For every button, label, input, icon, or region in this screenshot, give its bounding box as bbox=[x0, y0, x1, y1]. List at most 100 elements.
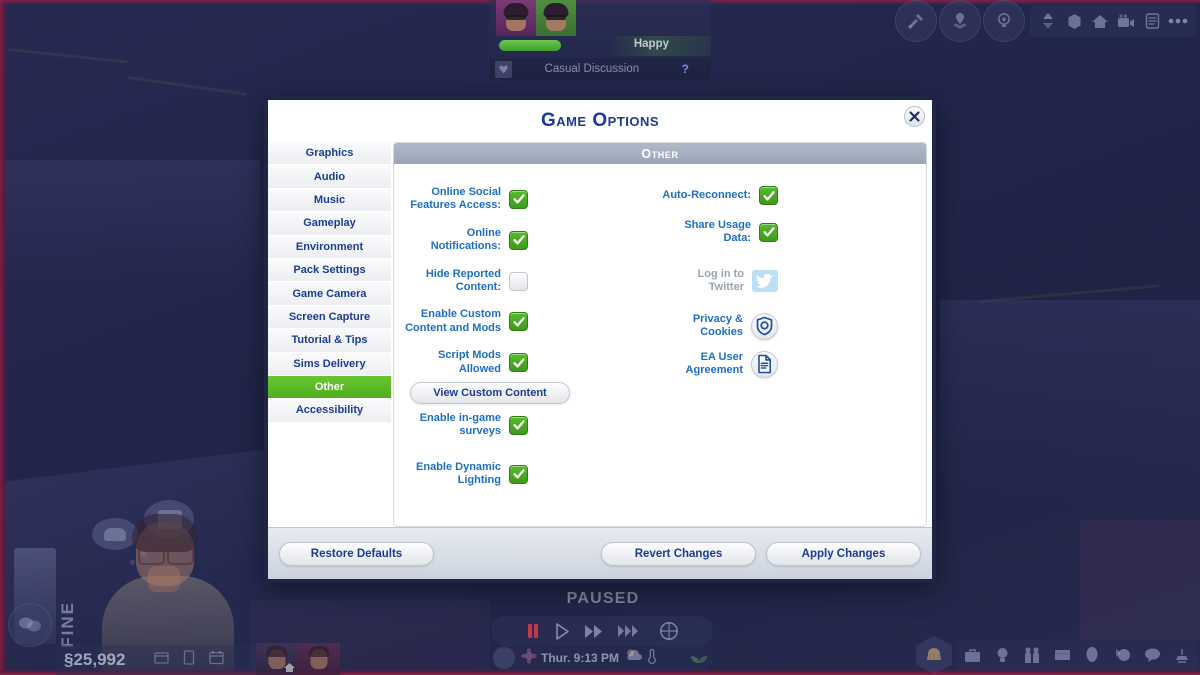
portrait-glasses-icon bbox=[546, 15, 566, 20]
career-briefcase-icon[interactable] bbox=[959, 642, 985, 668]
inventory-box-icon[interactable] bbox=[1049, 642, 1075, 668]
view-custom-content-button[interactable]: View Custom Content bbox=[410, 382, 570, 405]
footer-right-group: Revert Changes Apply Changes bbox=[601, 541, 921, 566]
plant-season-icon[interactable] bbox=[689, 647, 709, 670]
ideas-lightbulb-icon[interactable] bbox=[983, 0, 1025, 42]
checkbox-auto-reconnect[interactable] bbox=[759, 186, 778, 205]
skills-icon[interactable] bbox=[1109, 642, 1135, 668]
options-sidebar: Graphics Audio Music Gameplay Environmen… bbox=[268, 142, 391, 527]
relationships-people-icon[interactable] bbox=[1019, 642, 1045, 668]
options-columns: Online Social Features Access: Online No… bbox=[394, 164, 926, 526]
sim-portrait-2[interactable] bbox=[536, 0, 576, 36]
sidebar-item-screen-capture[interactable]: Screen Capture bbox=[268, 305, 391, 330]
sim-portrait-thumb-icon[interactable] bbox=[256, 643, 298, 675]
phone-icon[interactable] bbox=[182, 649, 196, 671]
mood-bar bbox=[499, 40, 609, 51]
sidebar-item-gameplay[interactable]: Gameplay bbox=[268, 212, 391, 236]
shield-icon[interactable] bbox=[751, 312, 778, 340]
checkbox-hide-reported-content[interactable] bbox=[509, 271, 528, 291]
checkbox-online-notifications[interactable] bbox=[509, 230, 528, 250]
option-control bbox=[751, 312, 778, 340]
calendar-icon[interactable] bbox=[208, 649, 225, 671]
whims-bubble-icon[interactable] bbox=[1139, 642, 1165, 668]
option-control bbox=[759, 222, 778, 242]
household-sim-thumbnails bbox=[256, 643, 340, 675]
sidebar-item-label: Environment bbox=[295, 240, 364, 253]
section-header: Other bbox=[394, 143, 926, 164]
bottom-right-hud bbox=[916, 635, 1198, 675]
checkbox-enable-dynamic-lighting[interactable] bbox=[509, 464, 528, 484]
twitter-icon[interactable] bbox=[752, 270, 778, 293]
option-control bbox=[759, 186, 778, 205]
simology-hex-icon[interactable] bbox=[916, 636, 952, 674]
checkbox-share-usage-data[interactable] bbox=[759, 222, 778, 242]
home-icon[interactable] bbox=[1087, 8, 1113, 34]
option-label: EA User Agreement bbox=[685, 350, 743, 377]
temperature-icon[interactable] bbox=[647, 648, 657, 669]
bottom-right-icon-bar bbox=[956, 640, 1198, 670]
sidebar-item-music[interactable]: Music bbox=[268, 188, 391, 213]
sidebar-item-accessibility[interactable]: Accessibility bbox=[268, 399, 391, 423]
sim-portrait-thumb-icon[interactable] bbox=[493, 647, 515, 669]
option-control bbox=[752, 270, 778, 293]
sidebar-item-environment[interactable]: Environment bbox=[268, 235, 391, 259]
sim-portraits-group bbox=[496, 0, 576, 36]
aspiration-icon[interactable] bbox=[521, 647, 537, 669]
checkbox-online-social-features-access[interactable] bbox=[509, 189, 528, 209]
relationships-icon[interactable] bbox=[8, 603, 52, 647]
paused-label: PAUSED bbox=[566, 590, 640, 607]
build-mode-icon[interactable] bbox=[1169, 642, 1195, 668]
option-label: Enable in-game surveys bbox=[419, 412, 501, 438]
fast-forward-button[interactable] bbox=[584, 624, 603, 639]
close-icon[interactable] bbox=[904, 106, 925, 127]
checkbox-enable-custom-content-and-mods[interactable] bbox=[509, 312, 528, 332]
sim-portrait-1[interactable] bbox=[496, 0, 536, 36]
more-options-icon[interactable] bbox=[1165, 8, 1191, 34]
sidebar-item-sims-delivery[interactable]: Sims Delivery bbox=[268, 352, 391, 376]
sidebar-item-game-camera[interactable]: Game Camera bbox=[268, 282, 391, 306]
screenshot-shutter-button[interactable] bbox=[659, 621, 679, 641]
aspirations-lightbulb-icon[interactable] bbox=[989, 642, 1015, 668]
play-button[interactable] bbox=[554, 622, 570, 640]
needs-icon[interactable] bbox=[1079, 642, 1105, 668]
checkbox-script-mods-allowed[interactable] bbox=[509, 353, 528, 373]
option-label: Online Social Features Access: bbox=[410, 186, 501, 212]
map-location-icon[interactable] bbox=[939, 0, 981, 42]
portrait-glasses-icon bbox=[506, 15, 526, 20]
option-control bbox=[751, 350, 778, 378]
apply-changes-button[interactable]: Apply Changes bbox=[766, 541, 921, 566]
option-label: Hide Reported Content: bbox=[425, 267, 501, 294]
sidebar-item-other[interactable]: Other bbox=[268, 375, 391, 400]
restore-defaults-button[interactable]: Restore Defaults bbox=[279, 541, 434, 566]
floor-level-arrows-icon[interactable] bbox=[1035, 8, 1061, 34]
options-left-column: Online Social Features Access: Online No… bbox=[394, 186, 660, 526]
mood-row: Happy bbox=[489, 36, 711, 56]
conversation-topic-label: Casual Discussion bbox=[544, 63, 640, 75]
checkbox-enable-in-game-surveys[interactable] bbox=[509, 415, 528, 435]
help-icon[interactable]: ? bbox=[682, 62, 689, 76]
build-buy-tools-icon[interactable] bbox=[895, 0, 937, 42]
screen-edge-left bbox=[0, 0, 7, 675]
camera-icon[interactable] bbox=[1113, 8, 1139, 34]
option-control bbox=[509, 312, 528, 332]
sidebar-item-graphics[interactable]: Graphics bbox=[268, 142, 391, 166]
sidebar-item-audio[interactable]: Audio bbox=[268, 165, 391, 189]
sidebar-item-label: Other bbox=[314, 381, 345, 394]
career-panel-icon[interactable] bbox=[153, 649, 170, 671]
sidebar-item-tutorial-tips[interactable]: Tutorial & Tips bbox=[268, 329, 391, 353]
walls-view-icon[interactable] bbox=[1061, 8, 1087, 34]
sidebar-item-label: Pack Settings bbox=[293, 264, 366, 277]
option-control bbox=[509, 271, 528, 291]
notifications-list-icon[interactable] bbox=[1139, 8, 1165, 34]
home-icon bbox=[284, 663, 295, 672]
weather-icon[interactable] bbox=[625, 648, 644, 668]
sidebar-item-label: Audio bbox=[313, 170, 346, 183]
sim-portrait-thumb-icon[interactable] bbox=[298, 643, 340, 675]
option-label: Online Notifications: bbox=[430, 226, 501, 253]
household-money: §25,992 bbox=[64, 650, 126, 669]
ultra-speed-button[interactable] bbox=[617, 624, 639, 638]
pause-button[interactable] bbox=[526, 623, 540, 639]
revert-changes-button[interactable]: Revert Changes bbox=[601, 541, 756, 566]
document-icon[interactable] bbox=[751, 350, 778, 378]
sidebar-item-pack-settings[interactable]: Pack Settings bbox=[268, 258, 391, 283]
